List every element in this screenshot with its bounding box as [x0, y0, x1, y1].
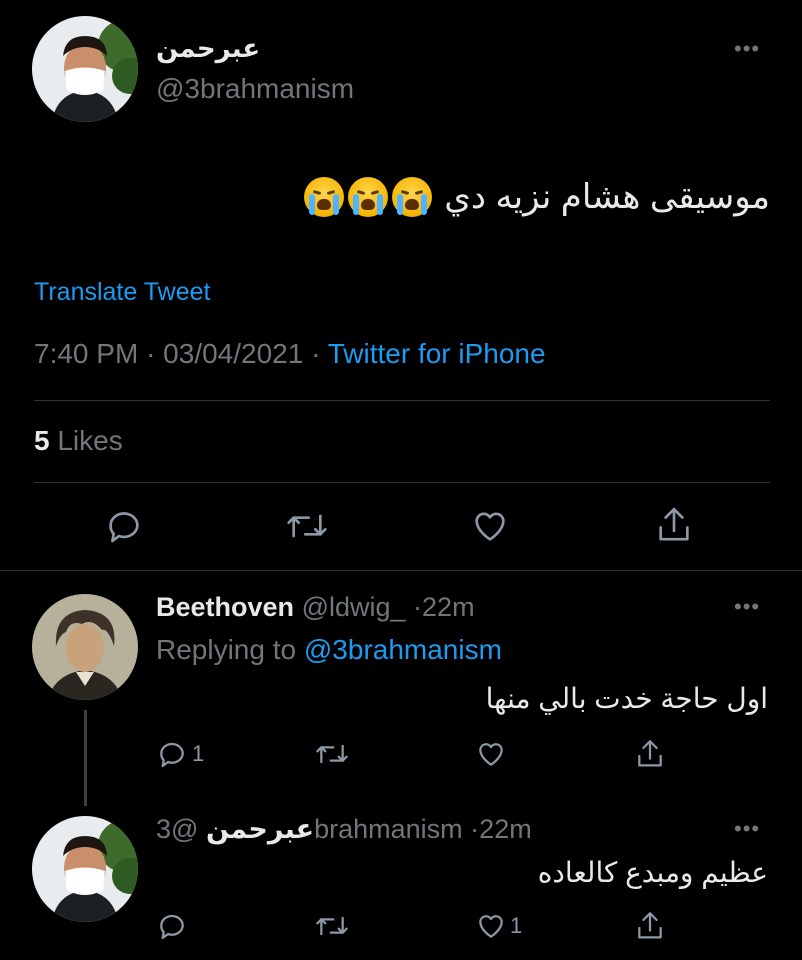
- tweet-text: موسيقى هشام نزيه دي: [444, 178, 770, 216]
- retweet-icon[interactable]: [314, 910, 350, 942]
- likes-count-link[interactable]: 5 Likes: [34, 425, 123, 457]
- replying-to: Replying to @3brahmanism: [156, 634, 502, 666]
- divider: [34, 400, 770, 401]
- reply-header: عبرحمن @3brahmanism ·22m: [156, 814, 532, 845]
- tweet-body: موسيقى هشام نزيه دي: [218, 172, 770, 222]
- reply-text: عظيم ومبدع كالعاده: [537, 857, 768, 888]
- like-icon[interactable]: [469, 506, 511, 546]
- tweet-date: 03/04/2021: [163, 338, 304, 369]
- author-avatar-image: [32, 816, 138, 922]
- author-handle[interactable]: @3brahmanism: [156, 73, 354, 105]
- replying-to-handle[interactable]: @3brahmanism: [304, 634, 502, 665]
- reply-text: اول حاجة خدت بالي منها: [485, 683, 768, 714]
- crying-emoji-icon: [304, 177, 345, 217]
- share-icon[interactable]: [634, 909, 666, 943]
- reply-icon[interactable]: 1: [156, 738, 204, 770]
- reply-display-name[interactable]: Beethoven: [156, 592, 294, 622]
- share-icon[interactable]: [654, 504, 694, 546]
- reply-handle[interactable]: @ldwig_: [302, 592, 406, 622]
- replying-to-prefix: Replying to: [156, 634, 297, 665]
- reply-more-options-icon[interactable]: •••: [734, 818, 760, 840]
- beethoven-avatar-image: [32, 594, 138, 700]
- tweet-metadata: 7:40 PM · 03/04/2021 · Twitter for iPhon…: [34, 338, 546, 370]
- likes-count: 5: [34, 425, 50, 456]
- reply-age: 22m: [479, 814, 532, 844]
- translate-tweet-link[interactable]: Translate Tweet: [34, 278, 210, 307]
- reply-more-options-icon[interactable]: •••: [734, 596, 760, 618]
- crying-emoji-icon: [348, 177, 389, 217]
- reply-avatar[interactable]: [32, 594, 138, 700]
- crying-emoji-icon: [392, 177, 433, 217]
- tweet-source-link[interactable]: Twitter for iPhone: [328, 338, 546, 369]
- reply-age: 22m: [422, 592, 475, 622]
- section-divider: [0, 570, 802, 571]
- meta-separator: ·: [146, 338, 156, 369]
- reply-icon[interactable]: [156, 910, 188, 942]
- author-display-name[interactable]: عبرحمن: [156, 33, 260, 64]
- author-avatar-image: [32, 16, 138, 122]
- divider: [34, 482, 770, 483]
- like-count: 1: [510, 913, 523, 938]
- tweet-time: 7:40 PM: [34, 338, 139, 369]
- like-icon[interactable]: 1: [474, 910, 522, 942]
- thread-line: [84, 710, 87, 806]
- meta-separator: ·: [311, 338, 321, 369]
- share-icon[interactable]: [634, 737, 666, 771]
- meta-separator: ·: [470, 814, 480, 844]
- like-icon[interactable]: [474, 738, 508, 770]
- author-avatar[interactable]: [32, 16, 138, 122]
- reply-count: 1: [192, 741, 205, 766]
- more-options-icon[interactable]: •••: [734, 38, 760, 60]
- reply-icon[interactable]: [104, 506, 144, 546]
- retweet-icon[interactable]: [314, 738, 350, 770]
- likes-label: Likes: [57, 425, 123, 456]
- meta-separator: ·: [413, 592, 423, 622]
- retweet-icon[interactable]: [285, 506, 329, 546]
- reply-header: Beethoven @ldwig_ ·22m: [156, 592, 475, 623]
- reply-avatar[interactable]: [32, 816, 138, 922]
- reply-display-name[interactable]: عبرحمن: [206, 814, 314, 844]
